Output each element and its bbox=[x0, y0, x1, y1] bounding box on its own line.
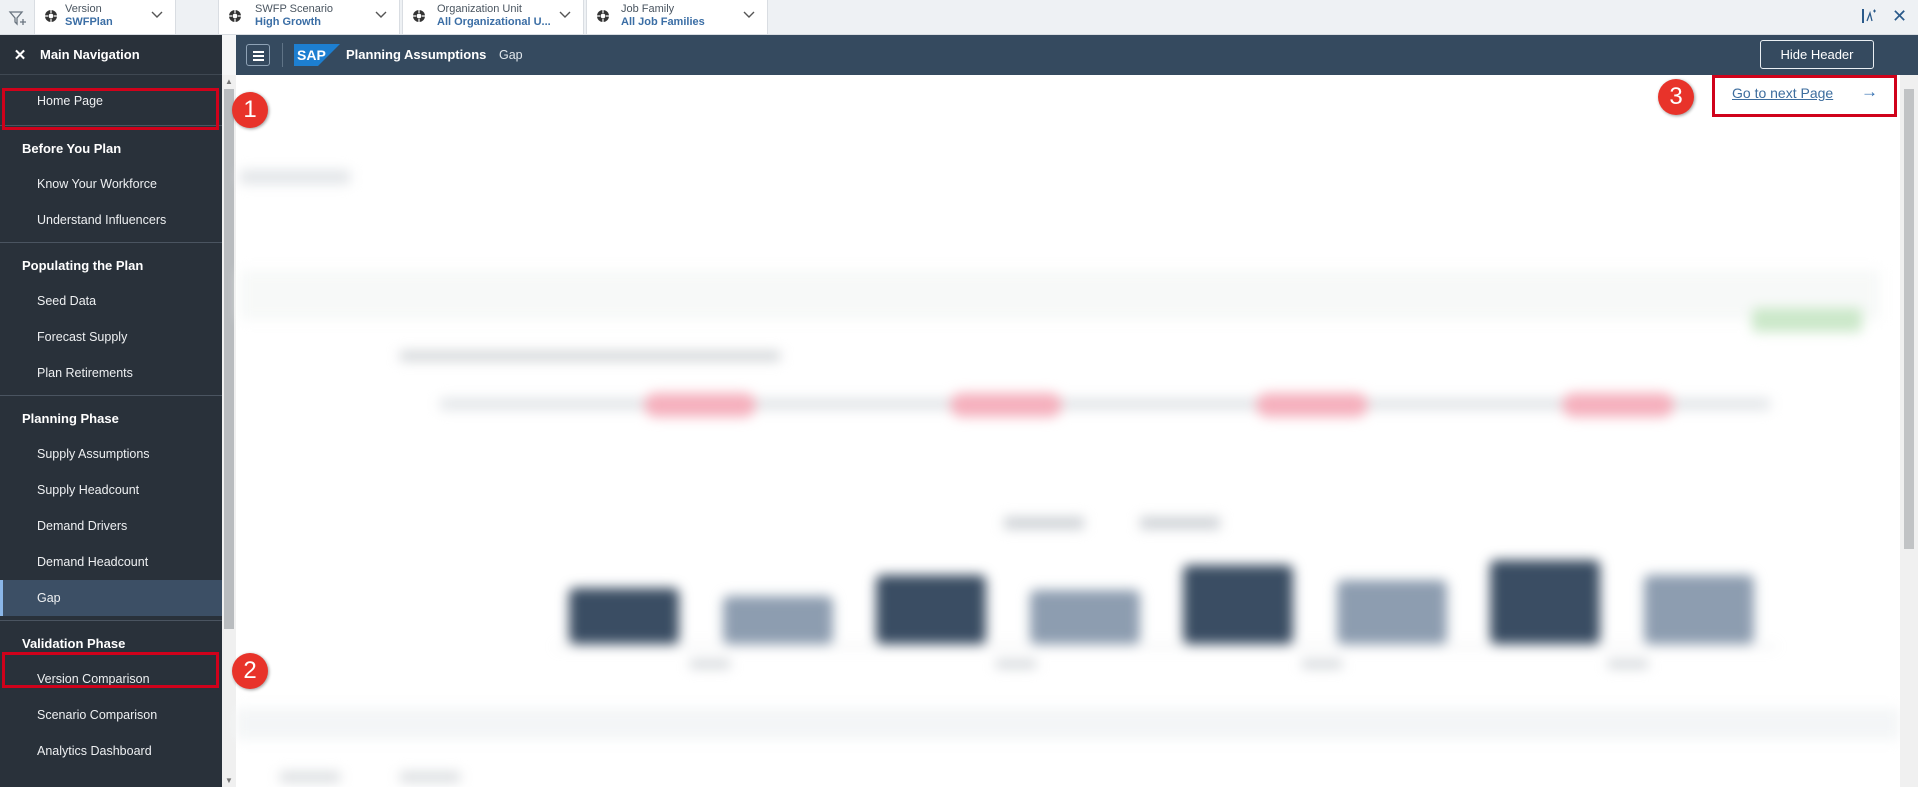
page-subtitle: Gap bbox=[499, 48, 523, 62]
blurred-legend bbox=[1140, 517, 1220, 529]
blurred-tick bbox=[1608, 660, 1648, 668]
nav-item-demand-drivers[interactable]: Demand Drivers bbox=[0, 508, 222, 544]
content-area bbox=[236, 75, 1900, 787]
filter-version[interactable]: Version SWFPlan bbox=[34, 0, 176, 34]
menu-button[interactable] bbox=[246, 44, 270, 66]
nav-section-before-you-plan: Before You Plan bbox=[22, 141, 122, 156]
blurred-legend bbox=[1004, 517, 1084, 529]
nav-header: ✕ Main Navigation bbox=[0, 35, 222, 75]
filter-value: High Growth bbox=[255, 16, 321, 28]
svg-text:SAP: SAP bbox=[297, 47, 326, 63]
filter-scenario[interactable]: SWFP Scenario High Growth bbox=[218, 0, 400, 34]
blurred-title bbox=[240, 170, 350, 184]
blurred-band bbox=[240, 270, 1880, 320]
nav-item-forecast-supply[interactable]: Forecast Supply bbox=[0, 319, 222, 355]
dimension-icon bbox=[229, 10, 241, 22]
nav-item-know-your-workforce[interactable]: Know Your Workforce bbox=[0, 166, 222, 202]
blurred-text bbox=[400, 351, 780, 361]
nav-divider bbox=[0, 242, 222, 243]
blurred-bar bbox=[1030, 590, 1140, 644]
blurred-bar bbox=[876, 575, 986, 644]
input-control-icon[interactable] bbox=[1860, 7, 1878, 25]
nav-section-populating-the-plan: Populating the Plan bbox=[22, 258, 144, 273]
arrow-right-icon[interactable]: → bbox=[1861, 82, 1878, 102]
filter-value: All Organizational U... bbox=[437, 16, 551, 28]
nav-item-supply-headcount[interactable]: Supply Headcount bbox=[0, 472, 222, 508]
blurred-text bbox=[400, 772, 460, 782]
filter-bar: Version SWFPlan SWFP Scenario High Growt… bbox=[0, 0, 1918, 35]
main-navigation: ✕ Main Navigation Home Page Before You P… bbox=[0, 35, 222, 787]
blurred-footer bbox=[236, 708, 1900, 740]
filter-job-family[interactable]: Job Family All Job Families bbox=[586, 0, 768, 34]
blurred-pill bbox=[1562, 393, 1674, 417]
blurred-axis bbox=[556, 646, 1776, 647]
close-nav-icon[interactable]: ✕ bbox=[0, 46, 40, 64]
scrollbar-thumb[interactable] bbox=[224, 89, 234, 629]
content-scrollbar[interactable] bbox=[1900, 75, 1918, 787]
blurred-bar bbox=[723, 596, 833, 644]
go-to-next-page-link[interactable]: Go to next Page bbox=[1732, 85, 1833, 101]
filter-label: Version bbox=[65, 3, 102, 15]
blurred-pill bbox=[950, 393, 1062, 417]
dimension-icon bbox=[597, 10, 609, 22]
blurred-pill bbox=[644, 393, 756, 417]
filter-bar-tools: ✕ bbox=[1848, 0, 1918, 34]
blurred-bar bbox=[1644, 575, 1754, 644]
blurred-tick bbox=[1302, 660, 1342, 668]
blurred-tick bbox=[690, 660, 730, 668]
scrollbar-thumb[interactable] bbox=[1904, 89, 1914, 549]
nav-item-home-page[interactable]: Home Page bbox=[0, 83, 222, 119]
nav-divider bbox=[0, 395, 222, 396]
filter-label: Job Family bbox=[621, 3, 675, 15]
nav-divider bbox=[0, 125, 222, 126]
nav-item-scenario-comparison[interactable]: Scenario Comparison bbox=[0, 697, 222, 733]
app-title: Planning Assumptions bbox=[346, 47, 487, 62]
blurred-button bbox=[1752, 308, 1862, 332]
blurred-pill bbox=[1256, 393, 1368, 417]
filter-value: All Job Families bbox=[621, 16, 705, 28]
callout-badge-1: 1 bbox=[232, 92, 268, 128]
shell-bar: SAP Planning Assumptions Gap Hide Header bbox=[236, 35, 1918, 75]
sap-logo: SAP bbox=[294, 44, 340, 66]
callout-badge-3: 3 bbox=[1658, 79, 1694, 115]
filter-organization-unit[interactable]: Organization Unit All Organizational U..… bbox=[402, 0, 584, 34]
blurred-bar bbox=[1337, 580, 1447, 644]
dimension-icon bbox=[413, 10, 425, 22]
blurred-bar bbox=[1490, 560, 1600, 644]
scroll-up-icon[interactable]: ▲ bbox=[225, 77, 233, 86]
filter-label: Organization Unit bbox=[437, 3, 522, 15]
filter-label: SWFP Scenario bbox=[255, 3, 334, 15]
nav-section-validation-phase[interactable]: Validation Phase bbox=[0, 627, 222, 661]
nav-item-gap[interactable]: Gap bbox=[0, 580, 222, 616]
nav-item-seed-data[interactable]: Seed Data bbox=[0, 283, 222, 319]
close-icon[interactable]: ✕ bbox=[1892, 6, 1907, 27]
dimension-icon bbox=[45, 10, 57, 22]
nav-divider bbox=[0, 620, 222, 621]
nav-item-analytics-dashboard[interactable]: Analytics Dashboard bbox=[0, 733, 222, 769]
filter-value: SWFPlan bbox=[65, 16, 113, 28]
blurred-text bbox=[280, 772, 340, 782]
blurred-tick bbox=[996, 660, 1036, 668]
filter-add-icon[interactable] bbox=[8, 9, 28, 27]
nav-section-planning-phase: Planning Phase bbox=[22, 411, 119, 426]
nav-item-supply-assumptions[interactable]: Supply Assumptions bbox=[0, 436, 222, 472]
chevron-down-icon bbox=[559, 11, 571, 18]
blurred-bar bbox=[1183, 565, 1293, 644]
nav-item-plan-retirements[interactable]: Plan Retirements bbox=[0, 355, 222, 391]
callout-badge-2: 2 bbox=[232, 653, 268, 689]
hide-header-button[interactable]: Hide Header bbox=[1760, 40, 1874, 69]
nav-title: Main Navigation bbox=[40, 47, 140, 62]
chevron-down-icon bbox=[375, 11, 387, 18]
nav-item-understand-influencers[interactable]: Understand Influencers bbox=[0, 202, 222, 238]
shell-separator bbox=[282, 43, 283, 67]
scroll-down-icon[interactable]: ▼ bbox=[225, 776, 233, 785]
nav-item-version-comparison[interactable]: Version Comparison bbox=[0, 661, 222, 697]
chevron-down-icon bbox=[743, 11, 755, 18]
blurred-bar bbox=[569, 588, 679, 644]
nav-item-demand-headcount[interactable]: Demand Headcount bbox=[0, 544, 222, 580]
chevron-down-icon bbox=[151, 11, 163, 18]
